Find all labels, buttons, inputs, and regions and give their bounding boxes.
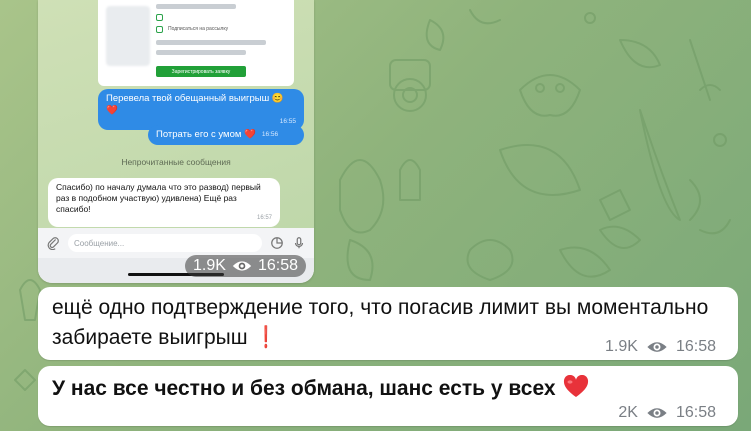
message-text: У нас все честно и без обмана, шанс есть… xyxy=(52,377,556,400)
eye-icon xyxy=(647,408,667,418)
screenshot-unread-divider: Непрочитанные сообщения xyxy=(121,157,231,167)
phone-screenshot-image: Подписаться на рассылку Зарегистрировать… xyxy=(38,0,314,283)
photo-message-meta: 1.9K 16:58 xyxy=(185,255,306,277)
screenshot-row-placeholder xyxy=(156,50,246,55)
checkbox-icon xyxy=(156,14,163,21)
screenshot-row-placeholder xyxy=(156,40,266,45)
screenshot-message-input: Сообщение... xyxy=(68,234,262,252)
photo-message[interactable]: Подписаться на рассылку Зарегистрировать… xyxy=(38,0,314,283)
paperclip-icon xyxy=(47,237,59,250)
views-count: 2K xyxy=(618,404,638,421)
message-time: 16:58 xyxy=(257,257,298,274)
channel-message[interactable]: ещё одно подтверждение того, что погасив… xyxy=(38,287,738,360)
screenshot-message-time: 16:56 xyxy=(261,130,279,138)
sticker-icon xyxy=(271,237,283,249)
views-count: 1.9K xyxy=(193,257,226,274)
message-time: 16:58 xyxy=(675,338,716,355)
heart-emoji-icon xyxy=(564,375,589,397)
views-count: 1.9K xyxy=(605,338,638,355)
checkbox-icon xyxy=(156,26,163,33)
message-meta: 2K 16:58 xyxy=(618,404,716,422)
eye-icon xyxy=(232,261,252,271)
eye-icon xyxy=(647,342,667,352)
screenshot-row-placeholder xyxy=(156,4,236,9)
exclamation-emoji-icon: ❗ xyxy=(258,326,275,349)
screenshot-form-card: Подписаться на рассылку Зарегистрировать… xyxy=(98,0,294,86)
microphone-icon xyxy=(294,237,304,249)
screenshot-message-text: Спасибо) по началу думала что это развод… xyxy=(56,182,261,215)
message-text-wrap: У нас все честно и без обмана, шанс есть… xyxy=(52,374,724,404)
screenshot-register-button: Зарегистрировать заявку xyxy=(156,66,246,77)
screenshot-blurred-image xyxy=(106,6,150,66)
screenshot-message-text: Перевела твой обещанный выигрыш 😊 ❤️ xyxy=(106,93,284,116)
message-time: 16:58 xyxy=(675,404,716,421)
channel-message[interactable]: У нас все честно и без обмана, шанс есть… xyxy=(38,366,738,426)
screenshot-outgoing-message: Потрать его с умом ❤️ 16:56 xyxy=(148,125,304,145)
message-meta: 1.9K 16:58 xyxy=(605,338,716,356)
screenshot-incoming-message: Спасибо) по началу думала что это развод… xyxy=(48,178,280,227)
screenshot-input-bar: Сообщение... xyxy=(38,228,314,258)
screenshot-outgoing-message: Перевела твой обещанный выигрыш 😊 ❤️ 16:… xyxy=(98,89,304,130)
screenshot-row-label: Подписаться на рассылку xyxy=(168,26,229,32)
screenshot-message-time: 16:57 xyxy=(256,215,272,222)
screenshot-message-text: Потрать его с умом ❤️ xyxy=(156,129,256,140)
